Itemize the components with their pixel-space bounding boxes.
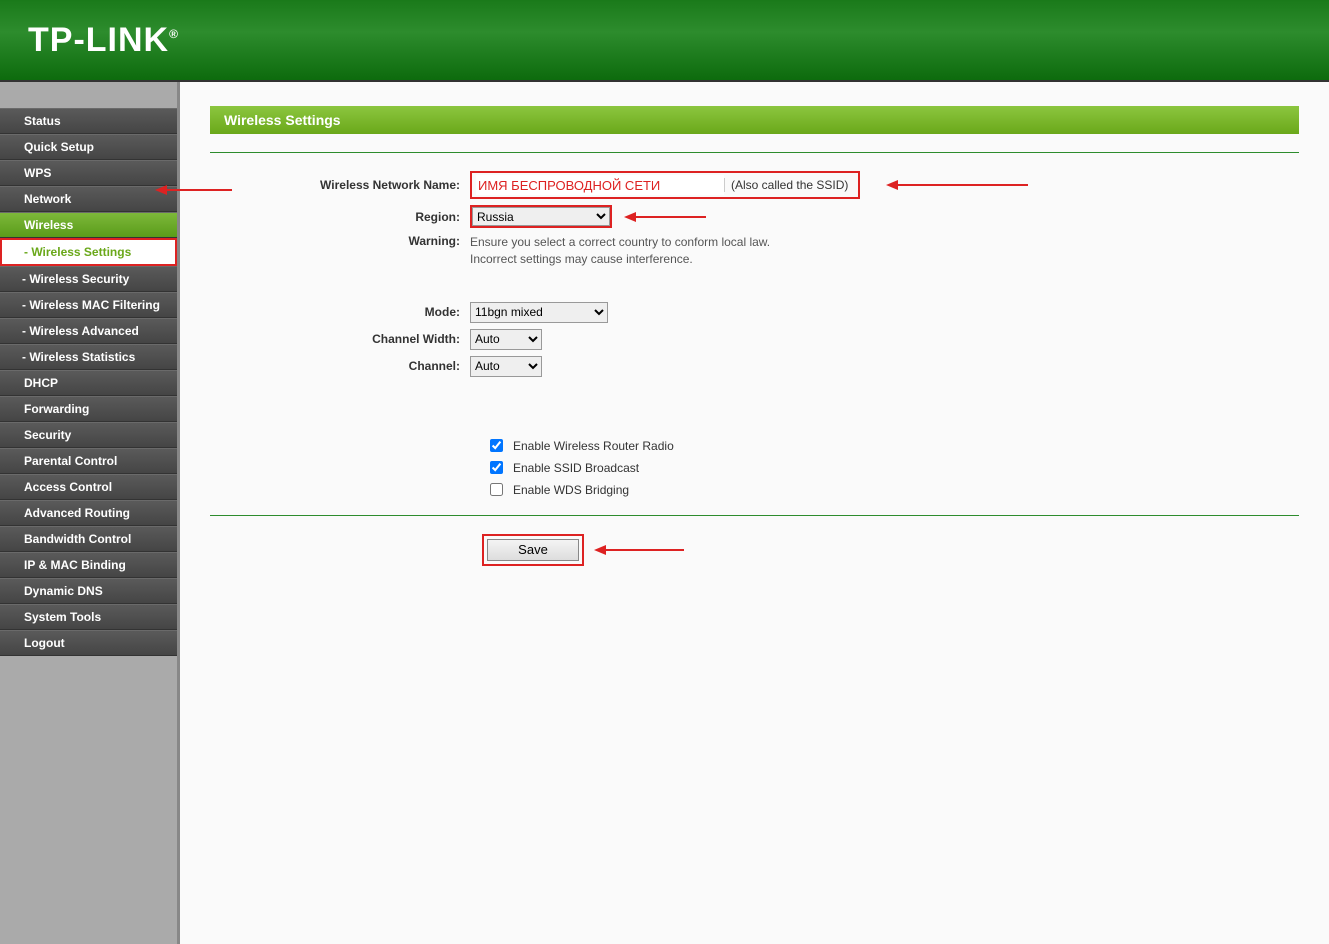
region-highlight-box: Russia [470, 205, 612, 228]
save-button[interactable]: Save [487, 539, 579, 561]
brand-logo: TP-LINK® [28, 21, 179, 60]
nav-item-bandwidth-control[interactable]: Bandwidth Control [0, 526, 177, 552]
save-highlight-box: Save [482, 534, 584, 566]
enable-wds-label: Enable WDS Bridging [513, 483, 629, 497]
ssid-highlight-box: (Also called the SSID) [470, 171, 860, 199]
warning-text-2: Incorrect settings may cause interferenc… [470, 251, 770, 268]
enable-radio-checkbox[interactable] [490, 439, 503, 452]
nav-item-access-control[interactable]: Access Control [0, 474, 177, 500]
mode-select[interactable]: 11bgn mixed [470, 302, 608, 323]
nav-item-wireless-statistics[interactable]: - Wireless Statistics [0, 344, 177, 370]
nav-item-wireless[interactable]: Wireless [0, 212, 177, 238]
channel-select[interactable]: Auto [470, 356, 542, 377]
nav-item-system-tools[interactable]: System Tools [0, 604, 177, 630]
ssid-hint: (Also called the SSID) [724, 178, 854, 192]
nav-item-dhcp[interactable]: DHCP [0, 370, 177, 396]
nav-item-logout[interactable]: Logout [0, 630, 177, 656]
nav-item-wps[interactable]: WPS [0, 160, 177, 186]
nav-item-forwarding[interactable]: Forwarding [0, 396, 177, 422]
enable-ssid-broadcast-label: Enable SSID Broadcast [513, 461, 639, 475]
enable-radio-label: Enable Wireless Router Radio [513, 439, 674, 453]
content-area: Wireless Settings Wireless Network Name:… [180, 82, 1329, 944]
mode-label: Mode: [210, 305, 470, 319]
nav-item-wireless-settings[interactable]: - Wireless Settings [0, 238, 177, 266]
warning-label: Warning: [210, 234, 470, 248]
nav-item-quick-setup[interactable]: Quick Setup [0, 134, 177, 160]
sidebar: StatusQuick SetupWPSNetworkWireless- Wir… [0, 82, 180, 944]
channel-label: Channel: [210, 359, 470, 373]
nav-item-network[interactable]: Network [0, 186, 177, 212]
ssid-label: Wireless Network Name: [210, 178, 470, 192]
nav-item-dynamic-dns[interactable]: Dynamic DNS [0, 578, 177, 604]
ssid-input[interactable] [476, 175, 724, 195]
annotation-arrow-sidebar [155, 185, 232, 195]
nav-item-wireless-security[interactable]: - Wireless Security [0, 266, 177, 292]
nav-item-security[interactable]: Security [0, 422, 177, 448]
nav-item-ip-mac-binding[interactable]: IP & MAC Binding [0, 552, 177, 578]
warning-text-1: Ensure you select a correct country to c… [470, 234, 770, 251]
channel-width-select[interactable]: Auto [470, 329, 542, 350]
nav-item-wireless-mac-filtering[interactable]: - Wireless MAC Filtering [0, 292, 177, 318]
header: TP-LINK® [0, 0, 1329, 82]
nav-item-wireless-advanced[interactable]: - Wireless Advanced [0, 318, 177, 344]
nav-item-status[interactable]: Status [0, 108, 177, 134]
enable-wds-checkbox[interactable] [490, 483, 503, 496]
region-label: Region: [210, 210, 470, 224]
channel-width-label: Channel Width: [210, 332, 470, 346]
annotation-arrow-region [624, 212, 706, 222]
nav-item-advanced-routing[interactable]: Advanced Routing [0, 500, 177, 526]
enable-ssid-broadcast-checkbox[interactable] [490, 461, 503, 474]
page-title: Wireless Settings [210, 106, 1299, 134]
annotation-arrow-ssid [886, 180, 1028, 190]
annotation-arrow-save [594, 545, 684, 555]
region-select[interactable]: Russia [472, 207, 610, 226]
nav-item-parental-control[interactable]: Parental Control [0, 448, 177, 474]
